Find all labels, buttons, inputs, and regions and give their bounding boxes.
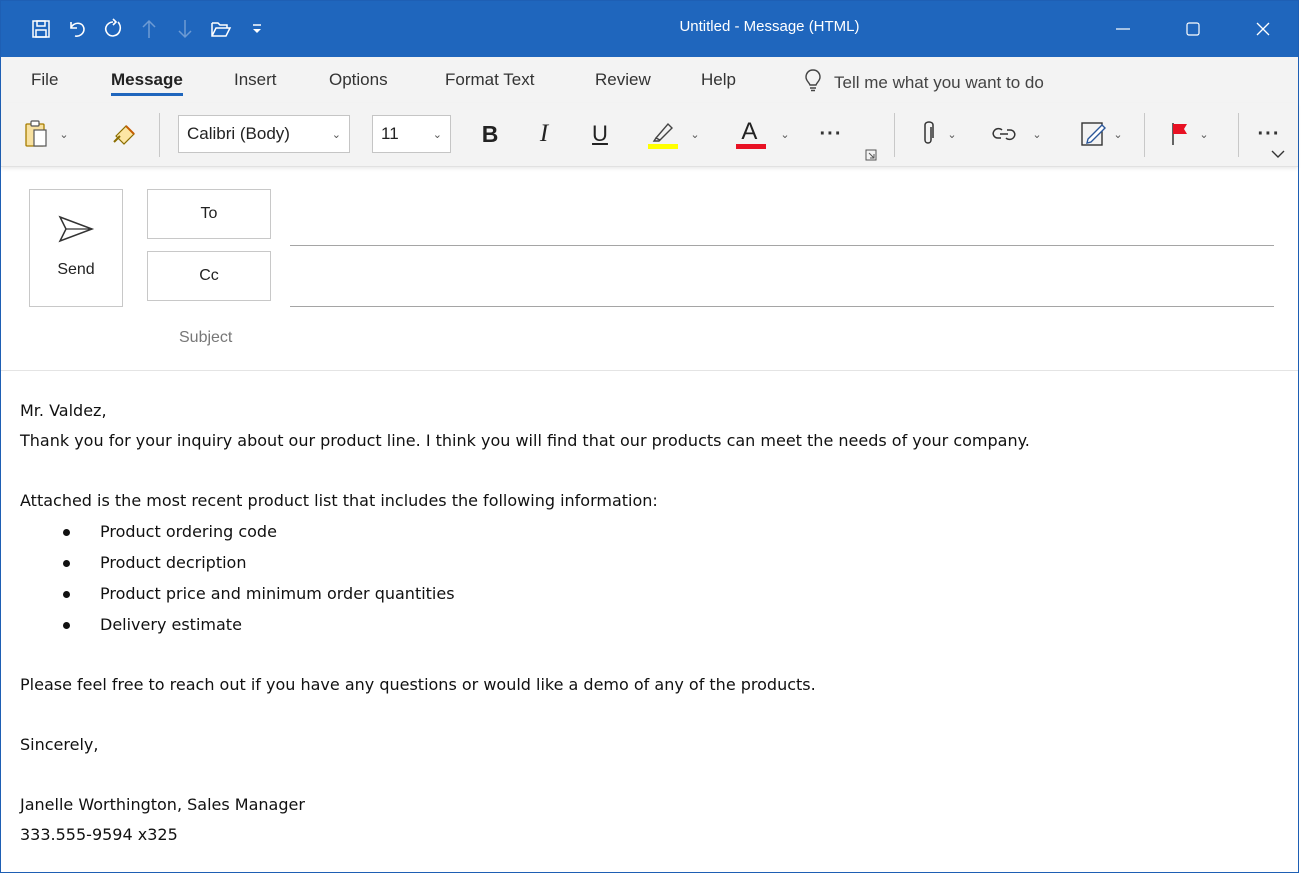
minimize-icon[interactable] <box>1088 1 1158 57</box>
chevron-down-icon: ⌄ <box>780 128 790 141</box>
cc-label: Cc <box>199 267 219 284</box>
bullet-icon <box>63 622 70 629</box>
chevron-down-icon: ⌄ <box>331 128 341 141</box>
signature-phone: 333.555-9594 x325 <box>20 825 178 844</box>
ribbon-separator <box>1144 113 1145 157</box>
font-color-button[interactable]: A ⌄ <box>727 117 797 151</box>
close-icon[interactable] <box>1228 1 1298 57</box>
body-paragraph: Attached is the most recent product list… <box>20 491 658 510</box>
paperclip-icon <box>919 120 937 148</box>
chevron-down-icon: ⌄ <box>947 128 957 141</box>
font-name-value: Calibri (Body) <box>187 124 290 143</box>
signature-icon <box>1079 120 1107 148</box>
format-painter-icon[interactable] <box>105 117 145 151</box>
cc-button[interactable]: Cc <box>147 251 271 301</box>
follow-up-flag-button[interactable]: ⌄ <box>1161 117 1217 151</box>
flag-icon <box>1169 121 1191 147</box>
to-button[interactable]: To <box>147 189 271 239</box>
body-paragraph: Please feel free to reach out if you hav… <box>20 675 816 694</box>
dialog-launcher-icon[interactable] <box>863 147 879 163</box>
bold-button[interactable]: B <box>473 117 507 151</box>
ribbon-separator <box>159 113 160 157</box>
window-controls <box>1088 1 1298 57</box>
chevron-down-icon: ⌄ <box>1199 128 1209 141</box>
list-item: Product price and minimum order quantiti… <box>20 578 1280 609</box>
send-label: Send <box>57 261 95 278</box>
send-icon <box>57 214 95 249</box>
font-size-value: 11 <box>381 124 399 143</box>
list-item: Product decription <box>20 547 1280 578</box>
paste-button[interactable]: ⌄ <box>21 117 71 151</box>
tab-review[interactable]: Review <box>595 70 651 90</box>
chevron-down-icon: ⌄ <box>1113 128 1123 141</box>
expand-ribbon-icon[interactable] <box>1267 145 1289 163</box>
signature-button[interactable]: ⌄ <box>1071 117 1131 151</box>
bullet-icon <box>63 591 70 598</box>
tab-message[interactable]: Message <box>111 70 183 96</box>
link-button[interactable]: ⌄ <box>981 117 1051 151</box>
attach-file-button[interactable]: ⌄ <box>911 117 965 151</box>
chevron-down-icon[interactable]: ⌄ <box>59 128 68 141</box>
tab-help[interactable]: Help <box>701 70 736 90</box>
tab-options[interactable]: Options <box>329 70 388 90</box>
send-button[interactable]: Send <box>29 189 123 307</box>
ribbon-tabs: File Message Insert Options Format Text … <box>1 57 1298 103</box>
list-item: Delivery estimate <box>20 609 1280 640</box>
highlight-color-button[interactable]: ⌄ <box>637 117 709 151</box>
tab-insert[interactable]: Insert <box>234 70 277 90</box>
lightbulb-icon <box>804 68 822 97</box>
ribbon-separator <box>1238 113 1239 157</box>
tab-file[interactable]: File <box>31 70 58 90</box>
tell-me-text: Tell me what you want to do <box>834 72 1044 92</box>
chevron-down-icon: ⌄ <box>1032 128 1042 141</box>
bullet-icon <box>63 529 70 536</box>
restore-icon[interactable] <box>1158 1 1228 57</box>
message-body[interactable]: Mr. Valdez, Thank you for your inquiry a… <box>20 396 1280 850</box>
underline-button[interactable]: U <box>583 117 617 151</box>
font-color-icon: A <box>734 118 767 150</box>
font-size-dropdown[interactable]: 11 ⌄ <box>372 115 451 153</box>
subject-field[interactable]: Subject <box>179 329 232 347</box>
tell-me-search[interactable]: Tell me what you want to do <box>804 68 1044 97</box>
header-divider <box>1 370 1298 371</box>
font-name-dropdown[interactable]: Calibri (Body) ⌄ <box>178 115 350 153</box>
highlighter-icon <box>646 118 680 150</box>
chevron-down-icon: ⌄ <box>690 128 700 141</box>
chevron-down-icon: ⌄ <box>432 128 442 141</box>
link-icon <box>990 123 1018 145</box>
to-label: To <box>200 205 218 222</box>
to-field[interactable] <box>290 245 1274 246</box>
italic-button[interactable]: I <box>529 117 559 151</box>
cc-field[interactable] <box>290 306 1274 307</box>
bullet-icon <box>63 560 70 567</box>
message-window: Untitled - Message (HTML) File Message I… <box>0 0 1299 873</box>
font-color-swatch <box>736 144 767 149</box>
more-formatting-button[interactable]: ··· <box>813 117 849 151</box>
ribbon-separator <box>894 113 895 157</box>
closing: Sincerely, <box>20 735 99 754</box>
paste-icon <box>23 119 49 149</box>
signature-name: Janelle Worthington, Sales Manager <box>20 795 305 814</box>
list-item: Product ordering code <box>20 516 1280 547</box>
body-paragraph: Thank you for your inquiry about our pro… <box>20 431 1030 450</box>
greeting: Mr. Valdez, <box>20 401 107 420</box>
title-bar: Untitled - Message (HTML) <box>1 1 1298 57</box>
ribbon-commands: ⌄ Calibri (Body) ⌄ 11 ⌄ B I U ⌄ A ⌄ ··· … <box>1 103 1298 167</box>
tab-format-text[interactable]: Format Text <box>445 70 534 90</box>
